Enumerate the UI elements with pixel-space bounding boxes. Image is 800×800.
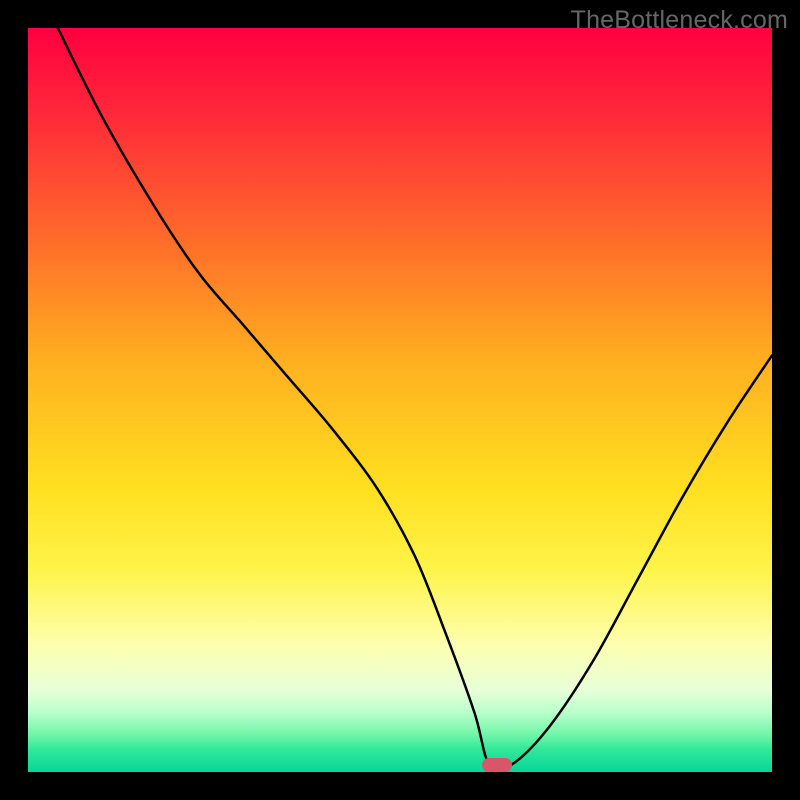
bottleneck-curve	[28, 28, 772, 772]
chart-plot-area	[28, 28, 772, 772]
optimal-marker	[482, 758, 512, 772]
